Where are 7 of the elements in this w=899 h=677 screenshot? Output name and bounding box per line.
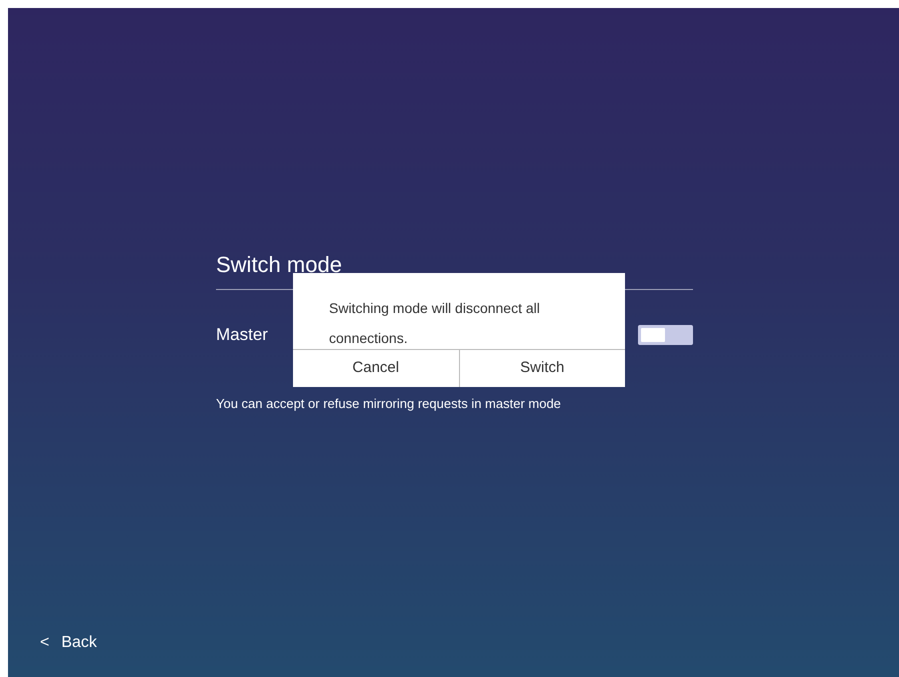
dialog-message: Switching mode will disconnect all connections. [328, 299, 541, 348]
setting-label: Master [216, 324, 268, 346]
back-label: Back [61, 633, 97, 653]
back-button[interactable]: < Back [40, 631, 97, 655]
hint-text: You can accept or refuse mirroring requests in master mode [216, 394, 562, 413]
toggle-switch[interactable] [638, 324, 693, 345]
back-icon: < [40, 631, 50, 655]
